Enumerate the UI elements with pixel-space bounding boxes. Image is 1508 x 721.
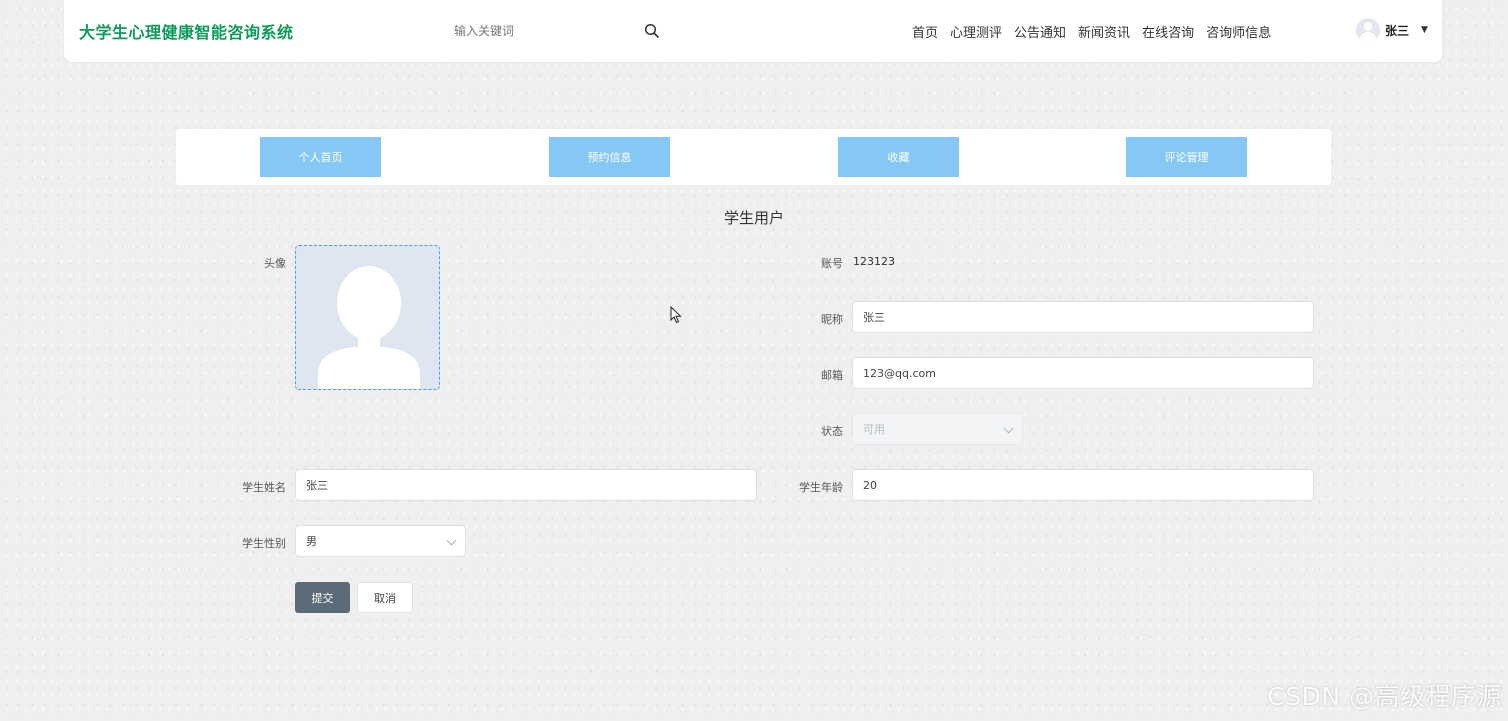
tab-comment-management[interactable]: 评论管理 (1126, 137, 1247, 177)
nav-notices[interactable]: 公告通知 (1014, 22, 1066, 41)
tab-appointments[interactable]: 预约信息 (549, 137, 670, 177)
nav-counselor-info[interactable]: 咨询师信息 (1206, 22, 1271, 41)
student-name-label: 学生姓名 (242, 481, 286, 494)
submit-button[interactable]: 提交 (295, 582, 350, 613)
email-field[interactable]: 123@qq.com (852, 357, 1314, 389)
nav-home[interactable]: 首页 (912, 22, 938, 41)
cancel-button[interactable]: 取消 (357, 582, 413, 613)
student-gender-select[interactable]: 男 (295, 525, 466, 557)
email-label: 邮箱 (821, 369, 843, 382)
avatar-placeholder-icon (318, 266, 420, 389)
student-age-field[interactable]: 20 (852, 469, 1314, 501)
student-name-field[interactable]: 张三 (295, 469, 757, 501)
search-box (454, 20, 664, 44)
tab-bar: 个人首页 预约信息 收藏 评论管理 (176, 129, 1331, 185)
top-header: 大学生心理健康智能咨询系统 首页 心理测评 公告通知 新闻资讯 在线咨询 咨询师… (64, 0, 1442, 62)
nav-news[interactable]: 新闻资讯 (1078, 22, 1130, 41)
watermark: CSDN @高级程序源 (1267, 682, 1502, 711)
avatar (1356, 18, 1380, 42)
nav-psych-test[interactable]: 心理测评 (950, 22, 1002, 41)
status-value: 可用 (863, 423, 885, 436)
account-label: 账号 (821, 257, 843, 270)
account-value: 123123 (853, 255, 895, 268)
tab-personal-home[interactable]: 个人首页 (260, 137, 381, 177)
tab-favorites[interactable]: 收藏 (838, 137, 959, 177)
caret-down-icon[interactable]: ▼ (1421, 25, 1428, 35)
search-icon[interactable] (644, 23, 660, 39)
gender-value: 男 (306, 535, 317, 548)
chevron-down-icon (446, 535, 457, 546)
mouse-cursor-icon (670, 306, 682, 324)
nickname-field[interactable]: 张三 (852, 301, 1314, 333)
site-title[interactable]: 大学生心理健康智能咨询系统 (79, 19, 294, 43)
search-input[interactable] (454, 20, 634, 42)
avatar-label: 头像 (264, 257, 286, 270)
nickname-label: 昵称 (821, 313, 843, 326)
nav-online-consult[interactable]: 在线咨询 (1142, 22, 1194, 41)
user-name: 张三 (1385, 23, 1410, 38)
user-menu[interactable]: 张三 ▼ (1356, 18, 1428, 42)
status-label: 状态 (821, 425, 843, 438)
avatar-upload[interactable] (295, 245, 440, 390)
form-title: 学生用户 (723, 209, 784, 227)
status-select: 可用 (852, 413, 1023, 445)
main-nav: 首页 心理测评 公告通知 新闻资讯 在线咨询 咨询师信息 (912, 22, 1271, 41)
chevron-down-icon (1003, 423, 1014, 434)
student-age-label: 学生年龄 (799, 481, 843, 494)
student-gender-label: 学生性别 (242, 537, 286, 550)
